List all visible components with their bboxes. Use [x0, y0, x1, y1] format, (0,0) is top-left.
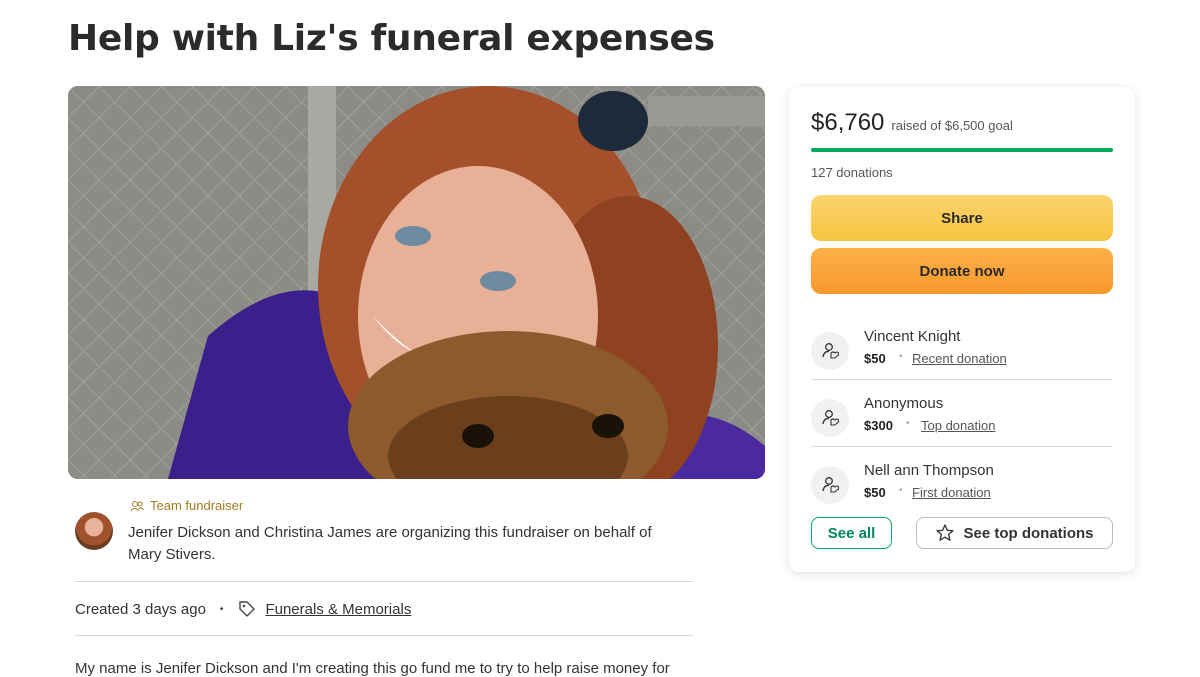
tag-icon: [239, 601, 256, 617]
donor-item: Anonymous $300 • Top donation: [811, 391, 1113, 446]
donor-separator: •: [899, 485, 903, 496]
donor-icon: [811, 399, 849, 437]
divider: [75, 581, 693, 582]
donor-separator: •: [899, 351, 903, 362]
donor-name: Nell ann Thompson: [864, 462, 994, 479]
donor-name: Anonymous: [864, 395, 944, 412]
campaign-photo[interactable]: [68, 86, 765, 479]
progress-bar: [811, 148, 1113, 152]
share-button[interactable]: Share: [811, 195, 1113, 241]
donor-amount: $300: [864, 418, 893, 433]
progress-fill: [811, 148, 1113, 152]
donor-separator: •: [906, 418, 910, 429]
meta-separator: •: [219, 603, 224, 615]
divider: [811, 446, 1113, 447]
raised-amount: $6,760: [811, 109, 885, 136]
divider: [75, 635, 693, 636]
star-icon: [936, 524, 955, 541]
donor-icon: [811, 332, 849, 370]
donor-item: Nell ann Thompson $50 • First donation: [811, 458, 1113, 513]
organizer-section: Team fundraiser Jenifer Dickson and Chri…: [75, 496, 695, 576]
goal-text: raised of $6,500 goal: [891, 118, 1013, 133]
story-text: My name is Jenifer Dickson and I'm creat…: [75, 660, 670, 677]
see-top-donations-button[interactable]: See top donations: [916, 517, 1113, 549]
see-all-button[interactable]: See all: [811, 517, 892, 549]
team-icon: [130, 500, 144, 511]
campaign-meta: Created 3 days ago • Funerals & Memorial…: [75, 599, 411, 619]
donor-type-link[interactable]: Recent donation: [912, 351, 1007, 366]
organizer-description: Jenifer Dickson and Christina James are …: [128, 524, 652, 563]
donor-amount: $50: [864, 485, 886, 500]
donations-count: 127 donations: [811, 165, 893, 180]
organizer-avatar[interactable]: [75, 512, 113, 550]
category-link[interactable]: Funerals & Memorials: [265, 601, 411, 618]
donor-item: Vincent Knight $50 • Recent donation: [811, 324, 1113, 379]
donor-icon: [811, 466, 849, 504]
donation-card: $6,760 raised of $6,500 goal 127 donatio…: [789, 87, 1135, 572]
divider: [811, 379, 1113, 380]
donor-amount: $50: [864, 351, 886, 366]
donor-type-link[interactable]: Top donation: [921, 418, 995, 433]
see-all-label: See all: [827, 524, 876, 542]
page-title: Help with Liz's funeral expenses: [68, 18, 715, 59]
donate-now-button[interactable]: Donate now: [811, 248, 1113, 294]
donor-type-link[interactable]: First donation: [912, 485, 991, 500]
see-top-donations-label: See top donations: [963, 524, 1094, 542]
donor-name: Vincent Knight: [864, 328, 961, 345]
team-fundraiser-label: Team fundraiser: [150, 498, 244, 513]
raised-summary: $6,760 raised of $6,500 goal: [811, 109, 1013, 137]
created-date: Created 3 days ago: [75, 600, 206, 618]
team-fundraiser-badge: Team fundraiser: [130, 498, 243, 513]
